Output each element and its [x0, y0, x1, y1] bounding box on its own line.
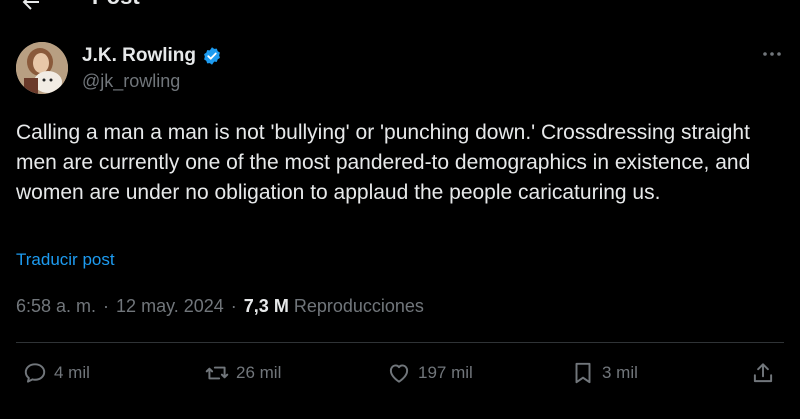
reply-button[interactable]: 4 mil: [22, 360, 90, 386]
reply-count: 4 mil: [54, 363, 90, 382]
bookmark-count: 3 mil: [602, 363, 638, 382]
bookmark-button[interactable]: 3 mil: [570, 360, 638, 386]
views-label[interactable]: Reproducciones: [294, 296, 424, 317]
like-count: 197 mil: [418, 363, 473, 382]
action-bar: 4 mil 26 mil 197 mil 3 mil: [0, 360, 800, 390]
author-name-row[interactable]: J.K. Rowling: [82, 45, 222, 67]
meta-separator: ·: [230, 296, 237, 316]
back-arrow-icon[interactable]: [16, 0, 46, 14]
divider: [16, 342, 784, 343]
avatar-photo-icon: [16, 42, 68, 94]
author-display-name[interactable]: J.K. Rowling: [82, 45, 196, 67]
bookmark-icon: [575, 362, 591, 384]
post-meta: 6:58 a. m. · 12 may. 2024 · 7,3 M Reprod…: [16, 296, 424, 317]
translate-post-link[interactable]: Traducir post: [16, 250, 115, 270]
author-handle[interactable]: @jk_rowling: [82, 71, 180, 92]
repost-button[interactable]: 26 mil: [204, 360, 281, 386]
verified-badge-icon: [204, 47, 220, 65]
heart-icon: [389, 364, 409, 383]
page-title: Post: [92, 0, 140, 10]
meta-separator: ·: [103, 296, 110, 316]
reply-icon: [24, 363, 46, 383]
share-icon: [753, 363, 773, 383]
top-bar: Post: [0, 0, 800, 16]
repost-icon: [205, 366, 229, 380]
post-date[interactable]: 12 may. 2024: [116, 296, 224, 317]
like-button[interactable]: 197 mil: [386, 360, 473, 386]
post-text: Calling a man a man is not 'bullying' or…: [16, 121, 751, 204]
post-time[interactable]: 6:58 a. m.: [16, 296, 96, 317]
more-options-icon[interactable]: [760, 44, 784, 64]
avatar[interactable]: [16, 42, 68, 94]
share-button[interactable]: [750, 360, 776, 386]
repost-count: 26 mil: [236, 363, 282, 382]
views-count[interactable]: 7,3 M: [244, 296, 289, 317]
